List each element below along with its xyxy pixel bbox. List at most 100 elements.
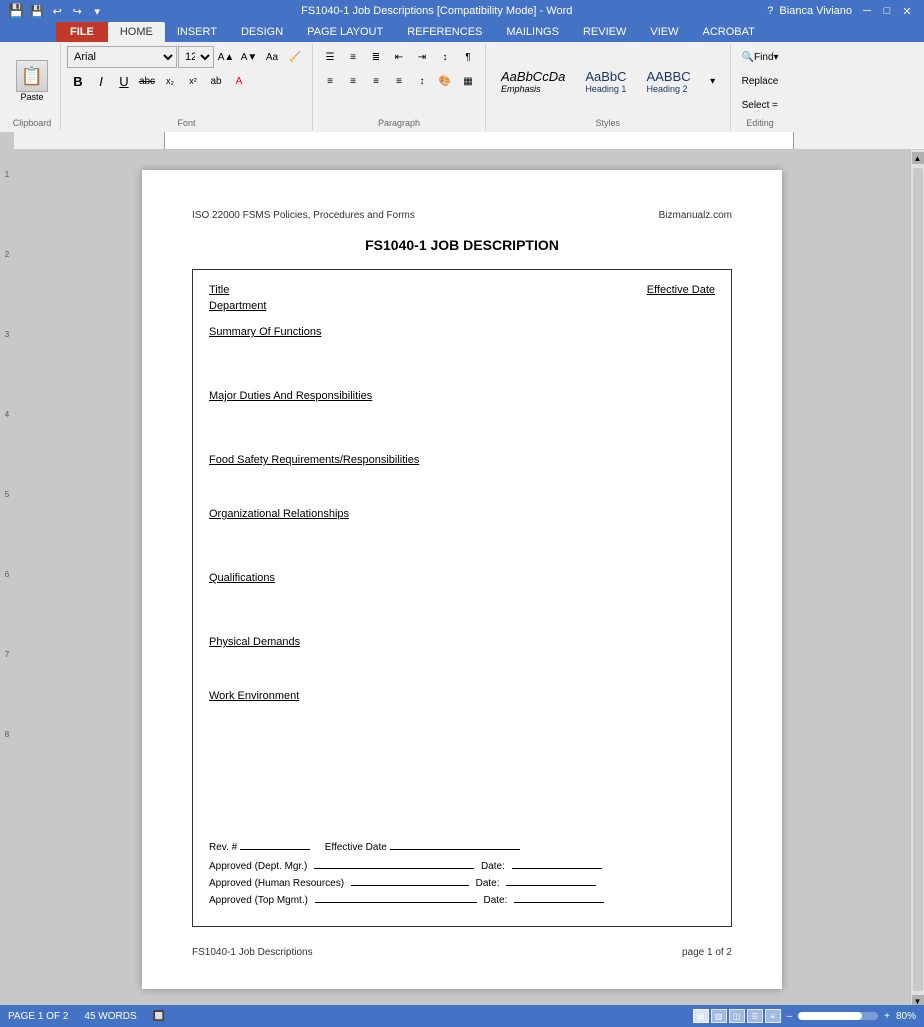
font-grow-btn[interactable]: A▲	[215, 46, 237, 68]
show-marks-btn[interactable]: ¶	[457, 46, 479, 68]
department-label: Department	[209, 300, 266, 312]
shading-btn[interactable]: 🎨	[434, 70, 456, 92]
align-right-btn[interactable]: ≡	[365, 70, 387, 92]
dept-mgr-label: Approved (Dept. Mgr.)	[209, 861, 307, 872]
font-shrink-btn[interactable]: A▼	[238, 46, 260, 68]
tab-page-layout[interactable]: PAGE LAYOUT	[295, 22, 395, 42]
approval-section: Rev. # Effective Date Approved (Dept. Mg…	[209, 842, 715, 906]
bold-btn[interactable]: B	[67, 70, 89, 92]
zoom-in-btn[interactable]: +	[884, 1011, 890, 1022]
rev-row: Rev. # Effective Date	[209, 842, 715, 853]
minimize-btn[interactable]: ─	[858, 3, 876, 19]
find-icon: 🔍	[742, 52, 754, 63]
tab-acrobat[interactable]: ACROBAT	[690, 22, 766, 42]
page-info: PAGE 1 OF 2	[8, 1011, 68, 1022]
decrease-indent-btn[interactable]: ⇤	[388, 46, 410, 68]
draft-btn[interactable]: ≡	[765, 1009, 781, 1023]
styles-more-btn[interactable]: ▾	[702, 70, 724, 92]
section-physical-heading: Physical Demands	[209, 636, 300, 648]
document-page: ISO 22000 FSMS Policies, Procedures and …	[142, 170, 782, 989]
style-heading2[interactable]: AABBC Heading 2	[638, 66, 700, 97]
document-scroll-area[interactable]: ISO 22000 FSMS Policies, Procedures and …	[14, 150, 910, 1009]
effective-date-label: Effective Date	[647, 284, 715, 296]
tab-mailings[interactable]: MAILINGS	[494, 22, 571, 42]
highlight-btn[interactable]: ab	[205, 70, 227, 92]
tab-home[interactable]: HOME	[108, 22, 165, 42]
file-tab[interactable]: FILE	[56, 22, 108, 42]
customize-btn[interactable]: ▾	[88, 3, 106, 19]
tab-view[interactable]: VIEW	[638, 22, 690, 42]
section-work-env-heading: Work Environment	[209, 690, 299, 702]
web-layout-btn[interactable]: ◫	[729, 1009, 745, 1023]
multilevel-btn[interactable]: ≣	[365, 46, 387, 68]
save-btn[interactable]: 💾	[28, 3, 46, 19]
align-center-btn[interactable]: ≡	[342, 70, 364, 92]
change-case-btn[interactable]: Aa	[261, 46, 283, 68]
zoom-out-btn[interactable]: –	[787, 1011, 793, 1022]
section-org: Organizational Relationships	[209, 506, 715, 570]
styles-group: AaBbCcDa Emphasis AaBbC Heading 1 AABBC …	[486, 44, 731, 130]
close-btn[interactable]: ✕	[898, 3, 916, 19]
find-btn[interactable]: 🔍 Find▾	[737, 46, 784, 68]
tab-design[interactable]: DESIGN	[229, 22, 295, 42]
vertical-ruler: 1 2 3 4 5 6 7 8	[0, 150, 14, 1009]
title-bar: 💾 💾 ↩ ↪ ▾ FS1040-1 Job Descriptions [Com…	[0, 0, 924, 22]
line-spacing-btn[interactable]: ↕	[411, 70, 433, 92]
tab-review[interactable]: REVIEW	[571, 22, 638, 42]
styles-preview: AaBbCcDa Emphasis AaBbC Heading 1 AABBC …	[492, 66, 724, 97]
subscript-btn[interactable]: x₂	[159, 70, 181, 92]
font-color-btn[interactable]: A	[228, 70, 250, 92]
underline-btn[interactable]: U	[113, 70, 135, 92]
top-mgmt-label: Approved (Top Mgmt.)	[209, 895, 308, 906]
footer-left: FS1040-1 Job Descriptions	[192, 947, 313, 958]
section-summary-heading: Summary Of Functions	[209, 326, 321, 338]
section-work-env: Work Environment	[209, 688, 715, 822]
numbering-btn[interactable]: ≡	[342, 46, 364, 68]
font-family-select[interactable]: Arial	[67, 46, 177, 68]
zoom-level[interactable]: 80%	[896, 1011, 916, 1022]
bullets-btn[interactable]: ☰	[319, 46, 341, 68]
replace-btn[interactable]: Replace	[737, 70, 784, 92]
strikethrough-btn[interactable]: abc	[136, 70, 158, 92]
department-row: Department	[209, 298, 715, 312]
section-duties: Major Duties And Responsibilities	[209, 388, 715, 452]
superscript-btn[interactable]: x²	[182, 70, 204, 92]
italic-btn[interactable]: I	[90, 70, 112, 92]
scroll-thumb[interactable]	[913, 168, 923, 991]
justify-btn[interactable]: ≡	[388, 70, 410, 92]
user-label: Bianca Viviano	[779, 5, 852, 17]
redo-btn[interactable]: ↪	[68, 3, 86, 19]
document-box: Title Effective Date Department Summary …	[192, 269, 732, 927]
paragraph-label: Paragraph	[319, 116, 479, 128]
word-count: 45 WORDS	[84, 1011, 136, 1022]
align-left-btn[interactable]: ≡	[319, 70, 341, 92]
title-label: Title	[209, 284, 229, 296]
full-reading-btn[interactable]: ▥	[711, 1009, 727, 1023]
undo-btn[interactable]: ↩	[48, 3, 66, 19]
tab-references[interactable]: REFERENCES	[395, 22, 494, 42]
print-layout-btn[interactable]: ▤	[693, 1009, 709, 1023]
ribbon-content: 📋 Paste Clipboard Arial 12 A▲ A▼ Aa 🧹 B	[0, 42, 924, 132]
scroll-up-btn[interactable]: ▲	[912, 152, 924, 164]
help-btn[interactable]: ?	[767, 5, 773, 17]
tab-insert[interactable]: INSERT	[165, 22, 229, 42]
track-changes-icon: 🔲	[153, 1011, 165, 1022]
clear-format-btn[interactable]: 🧹	[284, 46, 306, 68]
page-footer: FS1040-1 Job Descriptions page 1 of 2	[192, 947, 732, 958]
header-left: ISO 22000 FSMS Policies, Procedures and …	[192, 210, 415, 221]
maximize-btn[interactable]: □	[878, 3, 896, 19]
paste-button[interactable]: 📋 Paste	[10, 58, 54, 104]
header-right: Bizmanualz.com	[659, 210, 732, 221]
outline-btn[interactable]: ☰	[747, 1009, 763, 1023]
style-emphasis[interactable]: AaBbCcDa Emphasis	[492, 66, 574, 97]
style-heading1[interactable]: AaBbC Heading 1	[576, 66, 635, 97]
vertical-scrollbar[interactable]: ▲ ▼	[910, 150, 924, 1009]
font-size-select[interactable]: 12	[178, 46, 214, 68]
approval-row-1: Approved (Dept. Mgr.) Date:	[209, 861, 715, 872]
borders-btn[interactable]: ▦	[457, 70, 479, 92]
increase-indent-btn[interactable]: ⇥	[411, 46, 433, 68]
sort-btn[interactable]: ↕	[434, 46, 456, 68]
section-qualifications: Qualifications	[209, 570, 715, 634]
font-group: Arial 12 A▲ A▼ Aa 🧹 B I U abc x₂ x² ab A	[61, 44, 313, 130]
select-btn[interactable]: Select =	[737, 94, 783, 116]
